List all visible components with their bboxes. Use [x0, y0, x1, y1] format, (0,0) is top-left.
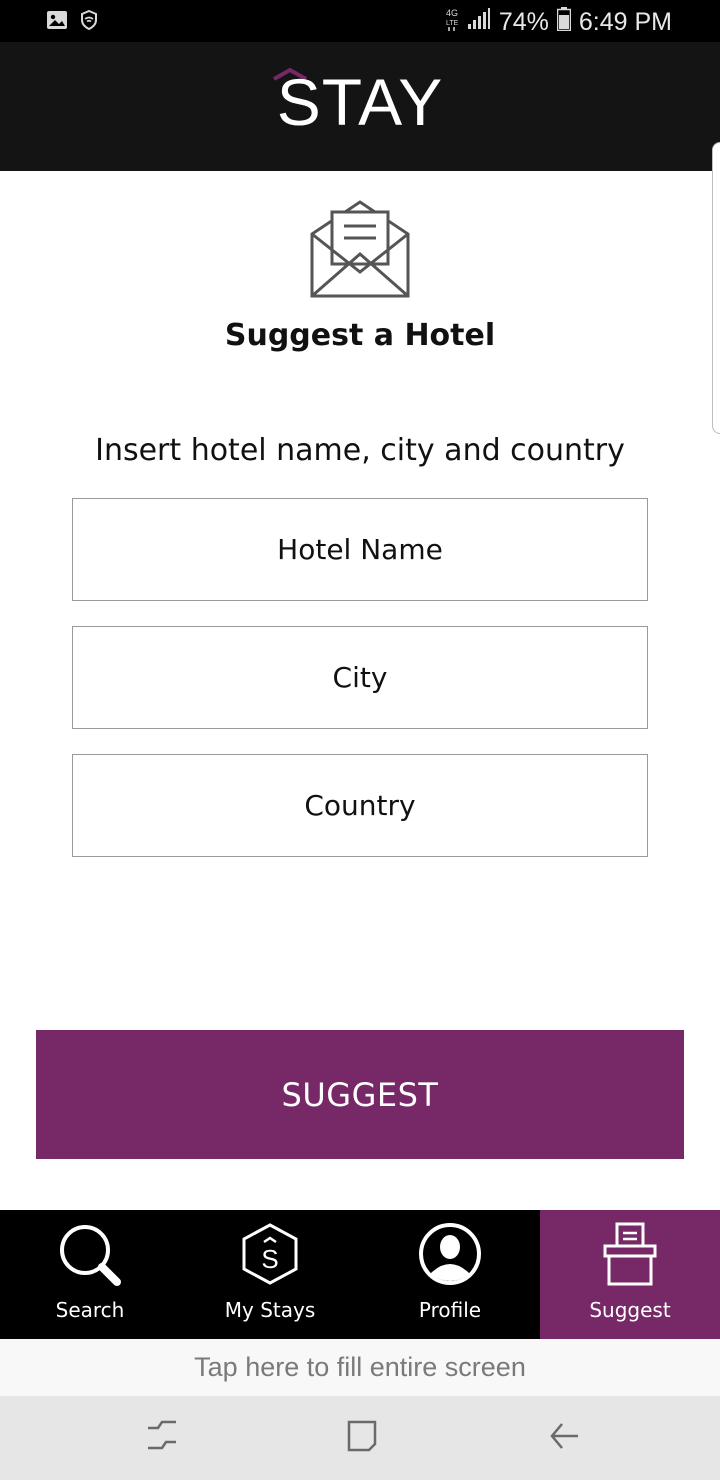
city-field[interactable]: [72, 626, 648, 729]
status-bar: 4G LTE 74% 6:49 PM: [0, 0, 720, 42]
nav-label-profile: Profile: [418, 1298, 482, 1322]
battery-icon: [556, 7, 572, 38]
fill-screen-prompt[interactable]: Tap here to fill entire screen: [0, 1339, 720, 1396]
recent-apps-icon[interactable]: [146, 1418, 178, 1458]
instruction-text: Insert hotel name, city and country: [95, 433, 625, 468]
hotel-name-field[interactable]: [72, 498, 648, 601]
status-indicators: 4G LTE 74% 6:49 PM: [445, 6, 672, 39]
network-type-icon: 4G LTE: [445, 6, 461, 39]
envelope-icon: [308, 198, 412, 304]
nav-label-search: Search: [55, 1298, 125, 1322]
app-logo: STAY: [276, 65, 444, 139]
nav-item-search[interactable]: Search: [0, 1210, 180, 1339]
vpn-shield-icon: [80, 9, 98, 34]
svg-text:S: S: [261, 1244, 278, 1274]
country-field[interactable]: [72, 754, 648, 857]
nav-item-profile[interactable]: Profile: [360, 1210, 540, 1339]
search-icon: [57, 1222, 123, 1292]
status-notifications: [46, 9, 98, 34]
image-icon: [46, 10, 68, 34]
hotel-name-input[interactable]: [73, 499, 647, 600]
suggest-box-icon: [601, 1222, 659, 1292]
nav-item-my-stays[interactable]: S My Stays: [180, 1210, 360, 1339]
nav-label-suggest: Suggest: [589, 1298, 671, 1322]
nav-item-suggest[interactable]: Suggest: [540, 1210, 720, 1339]
city-input[interactable]: [73, 627, 647, 728]
edge-panel-handle[interactable]: [712, 142, 720, 434]
svg-text:4G: 4G: [446, 8, 458, 18]
home-icon[interactable]: [346, 1418, 378, 1458]
suggest-button[interactable]: SUGGEST: [36, 1030, 684, 1159]
app-header: STAY: [0, 42, 720, 171]
system-nav-bar: [0, 1396, 720, 1480]
profile-icon: [418, 1222, 482, 1290]
clock: 6:49 PM: [578, 8, 672, 36]
bottom-nav: Search S My Stays Profile Suggest: [0, 1210, 720, 1339]
battery-percent: 74%: [498, 8, 549, 36]
page-title: Suggest a Hotel: [224, 318, 496, 353]
signal-icon: [467, 8, 491, 37]
back-icon[interactable]: [548, 1418, 580, 1458]
my-stays-icon: S: [240, 1222, 300, 1290]
nav-label-my-stays: My Stays: [224, 1298, 316, 1322]
svg-text:LTE: LTE: [446, 20, 459, 27]
country-input[interactable]: [73, 755, 647, 856]
